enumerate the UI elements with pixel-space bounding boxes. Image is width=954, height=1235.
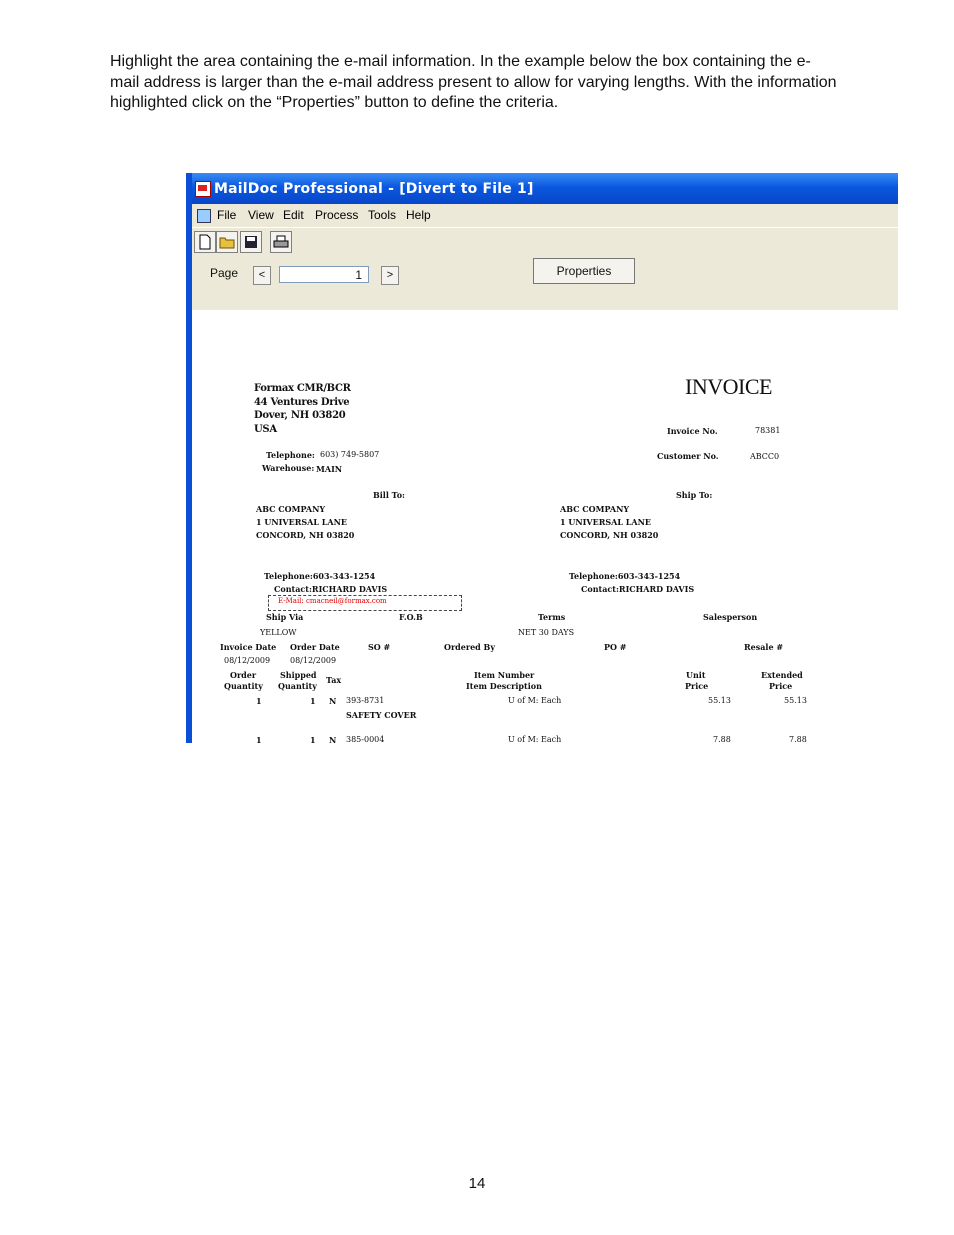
telephone-label: Telephone: <box>266 450 315 460</box>
item-unit-price: 55.13 <box>708 696 731 705</box>
item-order-qty: 1 <box>256 696 262 706</box>
address-line: Dover, NH 03820 <box>254 410 346 421</box>
document-preview: Formax CMR/BCR 44 Ventures Drive Dover, … <box>192 310 898 743</box>
company-address: Formax CMR/BCR 44 Ventures Drive Dover, … <box>254 382 351 436</box>
item-unit-price: 7.88 <box>713 735 731 743</box>
salesperson-header: Salesperson <box>703 612 758 622</box>
extended-price-header: Extended <box>761 670 803 680</box>
customer-no: ABCC0 <box>750 452 780 461</box>
shipped-qty-header: Shipped <box>280 670 317 680</box>
email-address: E-Mail: cmacneil@formax.com <box>278 597 387 605</box>
item-uom: U of M: Each <box>508 696 562 705</box>
item-tax: N <box>329 735 337 743</box>
unit-price-header: Price <box>685 681 709 691</box>
address-line: 44 Ventures Drive <box>254 396 350 408</box>
warehouse-label: Warehouse: <box>262 463 315 473</box>
terms-value: NET 30 DAYS <box>518 628 575 637</box>
instructions: Highlight the area containing the e-mail… <box>110 52 910 114</box>
print-icon[interactable] <box>270 231 292 253</box>
po-header: PO # <box>604 642 627 652</box>
ship-via-header: Ship Via <box>266 612 304 622</box>
ship-via-value: YELLOW <box>260 628 297 637</box>
unit-price-header: Unit <box>686 670 706 680</box>
ordered-by-header: Ordered By <box>444 642 495 652</box>
invoice-date-value: 08/12/2009 <box>224 656 271 665</box>
bill-to-line: 1 UNIVERSAL LANE <box>256 517 347 527</box>
title-bar: MailDoc Professional - [Divert to File 1… <box>186 173 898 204</box>
extended-price-header: Price <box>769 681 793 691</box>
item-description: SAFETY COVER <box>346 710 417 720</box>
address-line: USA <box>254 423 277 435</box>
bill-to-line: ABC COMPANY <box>256 504 326 514</box>
ship-to-line: 1 UNIVERSAL LANE <box>560 517 651 527</box>
page-label: Page <box>210 266 239 280</box>
bill-to-label: Bill To: <box>373 490 405 500</box>
item-shipped-qty: 1 <box>310 735 316 743</box>
menu-bar: File View Edit Process Tools Help <box>192 204 898 227</box>
ship-to-label: Ship To: <box>676 490 713 500</box>
properties-button[interactable]: Properties <box>533 258 635 284</box>
item-extended-price: 55.13 <box>784 696 807 705</box>
menu-edit[interactable]: Edit <box>283 208 304 222</box>
instructions-line: mail address is larger than the e-mail a… <box>110 73 837 91</box>
invoice-no: 78381 <box>755 426 781 435</box>
menu-process[interactable]: Process <box>315 208 358 222</box>
item-shipped-qty: 1 <box>310 696 316 706</box>
menu-file[interactable]: File <box>217 208 236 222</box>
page-number: 14 <box>468 1175 486 1192</box>
next-page-button[interactable]: > <box>381 266 399 285</box>
bill-to-line: CONCORD, NH 03820 <box>256 530 355 540</box>
resale-header: Resale # <box>744 642 784 652</box>
order-qty-header: Quantity <box>224 681 263 691</box>
new-document-icon[interactable] <box>194 231 216 253</box>
shipped-qty-header: Quantity <box>278 681 317 691</box>
previous-page-button[interactable]: < <box>253 266 271 285</box>
so-header: SO # <box>368 642 391 652</box>
app-icon <box>195 181 211 197</box>
order-qty-header: Order <box>230 670 257 680</box>
window-title: MailDoc Professional - [Divert to File 1… <box>214 181 534 197</box>
telephone: 603) 749-5807 <box>320 450 380 459</box>
ship-to-line: ABC COMPANY <box>560 504 630 514</box>
terms-header: Terms <box>538 612 566 622</box>
item-order-qty: 1 <box>256 735 262 743</box>
bill-contact: Contact:RICHARD DAVIS <box>274 584 388 594</box>
item-uom: U of M: Each <box>508 735 562 743</box>
instructions-line: Highlight the area containing the e-mail… <box>110 53 811 70</box>
address-line: Formax CMR/BCR <box>254 383 351 394</box>
item-number: 385-0004 <box>346 735 385 743</box>
app-window-screenshot: MailDoc Professional - [Divert to File 1… <box>186 173 898 743</box>
invoice-title: INVOICE <box>685 374 772 399</box>
window-border <box>186 173 192 743</box>
item-tax: N <box>329 696 337 706</box>
save-icon[interactable] <box>240 231 262 253</box>
open-folder-icon[interactable] <box>216 231 238 253</box>
menu-view[interactable]: View <box>248 208 274 222</box>
ship-to-line: CONCORD, NH 03820 <box>560 530 659 540</box>
page-navigation-panel: Page < 1 > Properties <box>192 255 898 310</box>
invoice-date-header: Invoice Date <box>220 642 277 652</box>
item-extended-price: 7.88 <box>789 735 807 743</box>
item-number-header: Item Number <box>474 670 535 680</box>
order-date-header: Order Date <box>290 642 340 652</box>
toolbar <box>192 227 898 256</box>
menu-tools[interactable]: Tools <box>368 208 396 222</box>
page-number-input[interactable]: 1 <box>279 266 369 283</box>
item-description-header: Item Description <box>466 681 542 691</box>
ship-telephone: Telephone:603-343-1254 <box>569 571 681 581</box>
ship-contact: Contact:RICHARD DAVIS <box>581 584 695 594</box>
bill-telephone: Telephone:603-343-1254 <box>264 571 376 581</box>
invoice-no-label: Invoice No. <box>667 426 718 436</box>
menu-help[interactable]: Help <box>406 208 431 222</box>
customer-no-label: Customer No. <box>657 451 719 461</box>
fob-header: F.O.B <box>399 612 423 622</box>
order-date-value: 08/12/2009 <box>290 656 337 665</box>
item-number: 393-8731 <box>346 696 385 705</box>
instructions-line: highlighted click on the “Properties” bu… <box>110 94 559 111</box>
warehouse: MAIN <box>316 464 343 474</box>
document-menu-icon[interactable] <box>197 209 211 223</box>
tax-header: Tax <box>326 675 342 685</box>
